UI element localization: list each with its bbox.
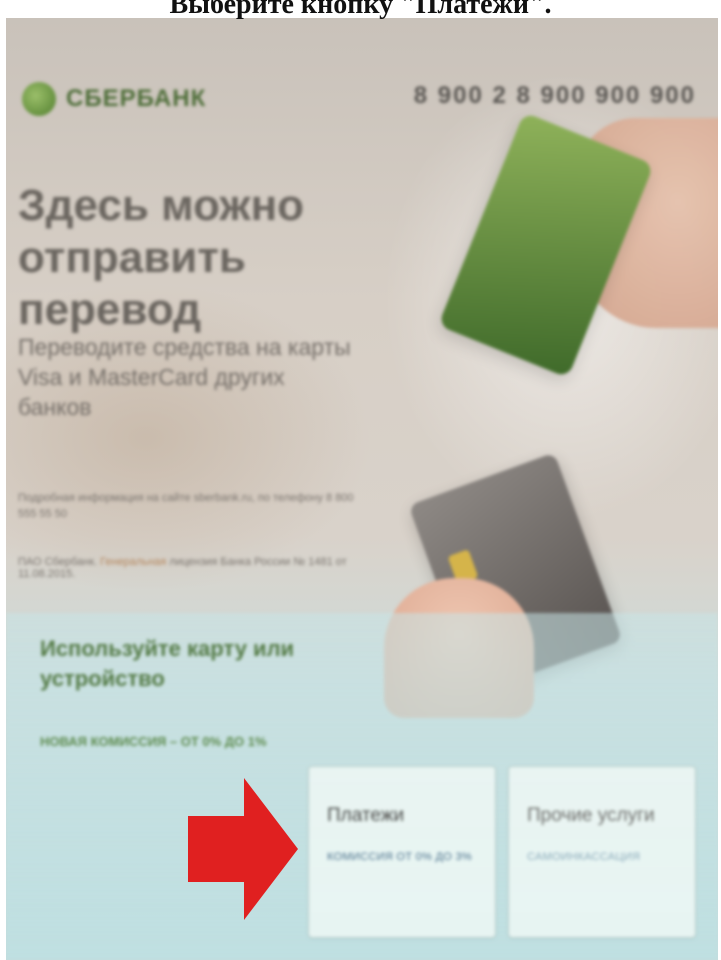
license-text: ПАО Сбербанк. Генеральная лицензия Банка… <box>18 556 378 580</box>
bank-logo: СБЕРБАНК <box>22 82 206 116</box>
payments-button[interactable]: Платежи КОМИССИЯ ОТ 0% ДО 3% <box>308 766 496 938</box>
sberbank-logo-icon <box>22 82 56 116</box>
instruction-caption: Выберите кнопку "Платежи". <box>169 0 552 20</box>
other-services-button[interactable]: Прочие услуги САМОИНКАССАЦИЯ <box>508 766 696 938</box>
photo-frame: Выберите кнопку "Платежи". СБЕРБАНК 8 90… <box>0 0 721 960</box>
fine-print: Подробная информация на сайте sberbank.r… <box>18 492 354 520</box>
other-services-title: Прочие услуги <box>527 805 655 826</box>
license-prefix: ПАО Сбербанк. <box>18 556 98 568</box>
blurred-content: СБЕРБАНК 8 900 2 8 900 900 900 Здесь мож… <box>6 18 718 960</box>
other-services-subtitle: САМОИНКАССАЦИЯ <box>527 851 641 863</box>
license-highlight: Генеральная <box>100 556 167 568</box>
payments-title: Платежи <box>327 805 405 826</box>
promo-headline: Здесь можно отправить перевод <box>18 181 305 334</box>
promo-subline: Переводите средства на карты Visa и Mast… <box>18 334 351 420</box>
right-arrow-icon <box>188 778 298 920</box>
atm-screen: СБЕРБАНК 8 900 2 8 900 900 900 Здесь мож… <box>6 18 718 960</box>
insert-card-prompt: Используйте карту или устройство <box>40 636 295 691</box>
logo-text: СБЕРБАНК <box>66 85 207 112</box>
payments-subtitle: КОМИССИЯ ОТ 0% ДО 3% <box>327 851 472 863</box>
phone-number: 8 900 2 8 900 900 900 <box>413 82 696 109</box>
fee-info: НОВАЯ КОМИССИЯ – ОТ 0% ДО 1% <box>40 734 267 749</box>
